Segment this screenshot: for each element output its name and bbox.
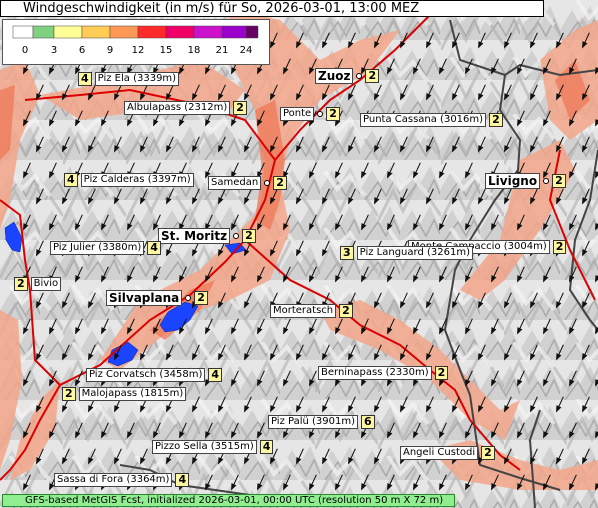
wind-speed-value: 2 [194,291,208,305]
place-name: Morteratsch [270,304,337,318]
place-label: Ponte 2 [280,107,340,121]
legend-swatch [137,25,167,39]
place-name: Piz Languard (3261m) [356,246,473,260]
legend-tick-label: 6 [79,45,85,56]
place-label: 3 Piz Languard (3261m) [340,246,473,260]
place-name: St. Moritz [158,228,231,244]
wind-speed-value: 2 [326,107,340,121]
place-label: St. Moritz 2 [158,228,256,244]
wind-speed-value: 2 [273,176,287,190]
place-name: Sassa di Fora (3364m) [54,473,173,487]
legend-tick-label: 0 [22,45,28,56]
wind-speed-value: 2 [233,101,247,115]
legend-color-bar [12,25,259,39]
place-name: Piz Ela (3339m) [94,72,180,86]
wind-speed-value: 4 [175,473,190,487]
legend-tick-label: 18 [188,45,201,56]
legend-tick-label: 12 [132,45,145,56]
place-label: Punta Cassana (3016m) 2 [360,113,503,127]
place-label: Silvaplana 2 [106,290,208,306]
wind-speed-value: 2 [242,229,256,243]
place-name: Piz Julier (3380m) [50,241,145,255]
wind-speed-value: 4 [208,368,223,382]
legend-swatch [53,25,83,39]
town-marker-icon [317,111,324,117]
town-marker-icon [543,178,550,184]
place-name: Albulapass (2312m) [124,101,231,115]
legend-swatch [81,25,111,39]
place-label: Berninapass (2330m) 2 [318,366,449,380]
place-name: Pizzo Sella (3515m) [152,440,257,454]
place-label: Piz Palü (3901m) 6 [268,415,375,429]
map-title: Windgeschwindigkeit (in m/s) für So, 202… [0,0,544,17]
place-name: Samedan [208,176,262,190]
place-name: Angeli Custodi [400,446,479,460]
wind-speed-value: 2 [552,174,566,188]
place-label: Albulapass (2312m) 2 [124,101,247,115]
wind-speed-value: 4 [259,440,274,454]
legend-swatch [193,25,223,39]
place-name: Malojapass (1815m) [78,387,187,401]
place-label: Samedan 2 [208,176,287,190]
place-name: Bivio [30,277,62,291]
place-name: Livigno [485,173,541,189]
place-label: Piz Julier (3380m) 4 [50,241,161,255]
wind-speed-value: 2 [434,366,449,380]
legend-swatch [245,25,259,39]
wind-speed-value: 2 [481,446,495,460]
legend-tick-label: 21 [216,45,229,56]
place-label: Pizzo Sella (3515m) 4 [152,440,274,454]
wind-speed-value: 2 [14,277,28,291]
place-label: Angeli Custodi 2 [400,446,495,460]
wind-speed-value: 2 [552,240,567,254]
place-label: Livigno 2 [485,173,566,189]
wind-speed-value: 3 [340,246,354,260]
legend-swatch [165,25,195,39]
place-label: 2 Malojapass (1815m) [62,387,187,401]
place-name: Piz Corvatsch (3458m) [86,368,206,382]
legend-tick-label: 24 [240,45,253,56]
legend-tick-label: 9 [107,45,113,56]
town-marker-icon [356,73,363,79]
place-name: Silvaplana [106,290,183,306]
wind-speed-value: 4 [64,173,78,187]
legend-ticks: 0 3 6 9 12 15 18 21 24 [22,45,253,56]
place-name: Ponte [280,107,315,121]
legend-swatch [109,25,139,39]
place-label: 2 Bivio [14,277,62,291]
wind-speed-value: 2 [62,387,76,401]
place-name: Berninapass (2330m) [318,366,432,380]
wind-speed-value: 4 [78,72,92,86]
wind-speed-value: 2 [339,304,353,318]
place-label: 4 Piz Calderas (3397m) [64,173,194,187]
town-marker-icon [185,295,192,301]
legend-swatch [12,25,34,39]
place-label: Zuoz 2 [315,68,380,84]
place-label: Sassa di Fora (3364m) 4 [54,473,190,487]
place-name: Zuoz [315,68,354,84]
forecast-footer: GFS-based MetGIS Fcst, initialized 2026-… [2,494,455,507]
place-label: Morteratsch 2 [270,304,353,318]
place-name: Punta Cassana (3016m) [360,113,487,127]
place-name: Piz Calderas (3397m) [80,173,194,187]
place-name: Piz Palü (3901m) [268,415,359,429]
wind-speed-value: 4 [147,241,161,255]
wind-speed-value: 2 [365,69,380,83]
wind-speed-value: 2 [489,113,503,127]
wind-legend: 0 3 6 9 12 15 18 21 24 [2,19,270,65]
place-label: Piz Corvatsch (3458m) 4 [86,368,223,382]
legend-swatch [32,25,55,39]
wind-speed-value: 6 [361,415,375,429]
town-marker-icon [264,180,271,186]
legend-swatch [221,25,247,39]
town-marker-icon [233,233,240,239]
legend-tick-label: 15 [160,45,173,56]
place-label: 4 Piz Ela (3339m) [78,72,180,86]
legend-tick-label: 3 [51,45,57,56]
